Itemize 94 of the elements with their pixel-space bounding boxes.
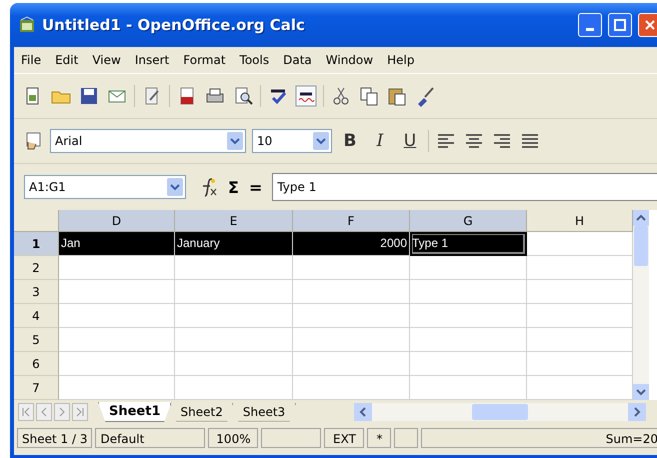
table-cell[interactable] xyxy=(175,328,293,352)
table-cell[interactable] xyxy=(293,304,410,328)
column-header[interactable]: F xyxy=(293,210,410,232)
table-cell[interactable] xyxy=(175,280,293,304)
table-cell[interactable] xyxy=(59,328,175,352)
sheet-tab[interactable]: Sheet3 xyxy=(232,402,296,422)
previous-sheet-icon[interactable] xyxy=(36,403,52,421)
table-cell[interactable] xyxy=(293,328,410,352)
menu-item[interactable]: Edit xyxy=(50,53,84,67)
table-cell[interactable] xyxy=(293,352,410,376)
row-header[interactable]: 6 xyxy=(14,352,59,376)
auto-spellcheck-icon[interactable] xyxy=(295,85,317,107)
table-cell[interactable] xyxy=(410,280,527,304)
table-cell[interactable] xyxy=(527,328,633,352)
column-header[interactable]: G xyxy=(410,210,527,232)
table-cell[interactable]: 2000 xyxy=(293,232,410,256)
scroll-left-button[interactable] xyxy=(354,403,372,421)
corner-cell[interactable] xyxy=(14,210,59,232)
table-cell[interactable] xyxy=(410,328,527,352)
font-size-combo[interactable]: 10 xyxy=(252,129,332,153)
status-field xyxy=(261,428,322,448)
menu-item[interactable]: Tools xyxy=(234,53,274,67)
save-icon[interactable] xyxy=(78,85,100,107)
table-cell[interactable]: Jan xyxy=(59,232,175,256)
table-cell[interactable]: Type 1 xyxy=(410,232,527,256)
close-button[interactable] xyxy=(638,13,657,37)
sum-display: Sum=20 xyxy=(421,428,657,448)
name-box[interactable]: A1:G1 xyxy=(24,175,186,199)
bold-button[interactable]: B xyxy=(338,131,362,151)
function-button[interactable]: = xyxy=(248,178,262,196)
scroll-thumb[interactable] xyxy=(472,404,528,420)
underline-button[interactable]: U xyxy=(398,131,422,151)
table-cell[interactable] xyxy=(175,256,293,280)
page-style: Default xyxy=(95,428,206,448)
selection-mode[interactable]: EXT xyxy=(324,428,364,448)
menu-item[interactable]: Format xyxy=(178,53,231,67)
row-header[interactable]: 1 xyxy=(14,232,59,256)
window-title: Untitled1 - OpenOffice.org Calc xyxy=(42,16,306,34)
scroll-up-button[interactable] xyxy=(633,210,649,226)
table-cell[interactable] xyxy=(293,256,410,280)
sum-button[interactable]: Σ xyxy=(228,178,239,196)
table-cell[interactable] xyxy=(59,280,175,304)
copy-icon[interactable] xyxy=(358,85,380,107)
menu-item[interactable]: Insert xyxy=(130,53,174,67)
italic-button[interactable]: I xyxy=(368,131,392,151)
table-cell[interactable] xyxy=(175,352,293,376)
table-cell[interactable] xyxy=(175,304,293,328)
table-cell[interactable] xyxy=(527,352,633,376)
scroll-right-button[interactable] xyxy=(628,403,646,421)
next-sheet-icon[interactable] xyxy=(54,403,70,421)
horizontal-scrollbar[interactable] xyxy=(354,403,646,421)
font-name-combo[interactable]: Arial xyxy=(50,129,246,153)
minimize-button[interactable] xyxy=(578,13,602,37)
last-sheet-icon[interactable] xyxy=(72,403,88,421)
menu-item[interactable]: File xyxy=(16,53,46,67)
row-header[interactable]: 5 xyxy=(14,328,59,352)
table-cell[interactable] xyxy=(293,280,410,304)
table-cell[interactable] xyxy=(527,232,633,256)
maximize-button[interactable] xyxy=(608,13,632,37)
modified-indicator: * xyxy=(367,428,392,448)
zoom-level[interactable]: 100% xyxy=(208,428,258,448)
row-header[interactable]: 4 xyxy=(14,304,59,328)
menu-item[interactable]: Data xyxy=(278,53,317,67)
table-cell[interactable] xyxy=(527,304,633,328)
menu-item[interactable]: Help xyxy=(382,53,420,67)
column-header[interactable]: D xyxy=(59,210,175,232)
sheet-tab[interactable]: Sheet1 xyxy=(98,402,172,422)
table-cell[interactable] xyxy=(410,304,527,328)
table-cell[interactable] xyxy=(527,256,633,280)
row-header[interactable]: 3 xyxy=(14,280,59,304)
row-header[interactable]: 7 xyxy=(14,376,59,400)
vertical-scrollbar[interactable] xyxy=(633,210,649,400)
table-cell[interactable] xyxy=(527,280,633,304)
app-icon xyxy=(18,16,36,34)
first-sheet-icon[interactable] xyxy=(18,403,34,421)
table-cell[interactable] xyxy=(410,256,527,280)
status-field xyxy=(394,428,418,448)
table-cell[interactable] xyxy=(59,352,175,376)
column-header[interactable]: E xyxy=(175,210,293,232)
menu-item[interactable]: Window xyxy=(320,53,378,67)
column-header[interactable]: H xyxy=(527,210,633,232)
scroll-thumb[interactable] xyxy=(633,226,649,266)
table-cell[interactable] xyxy=(59,304,175,328)
formula-input[interactable]: Type 1 xyxy=(272,173,657,201)
maximize-icon xyxy=(614,19,626,31)
minimize-icon xyxy=(586,28,594,30)
scroll-down-button[interactable] xyxy=(633,384,649,400)
close-icon xyxy=(644,19,656,31)
table-cell[interactable] xyxy=(59,256,175,280)
table-cell[interactable]: January xyxy=(175,232,293,256)
table-cell[interactable] xyxy=(410,352,527,376)
sheet-indicator: Sheet 1 / 3 xyxy=(17,428,92,448)
row-header[interactable]: 2 xyxy=(14,256,59,280)
menu-item[interactable]: View xyxy=(87,53,126,67)
